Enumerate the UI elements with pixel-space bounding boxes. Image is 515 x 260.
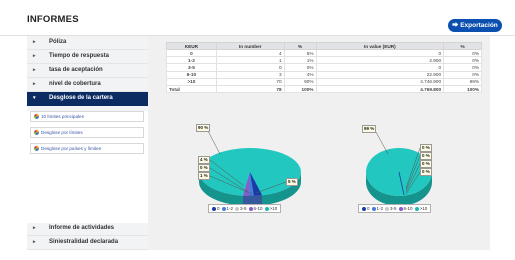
legend-dot [362, 206, 366, 211]
sub-item-label: Desglose por límites [41, 130, 83, 135]
chevron-right-icon: ▸ [33, 67, 36, 73]
legend-entry: 6-10 [398, 206, 413, 211]
sidebar-item-actividades[interactable]: ▸ Informe de actividades [27, 222, 148, 236]
sidebar-item-label: nivel de cobertura [49, 81, 101, 87]
legend-label: 3-5 [390, 206, 397, 211]
export-icon: ⮕ [452, 22, 459, 29]
sidebar-item-label: Siniestralidad declarada [49, 239, 119, 245]
legend-dot [235, 206, 240, 211]
report-content: KEUR In number % In value (EUR) % 0 4 5%… [148, 36, 490, 250]
pie-label: 5 % [286, 178, 298, 186]
legend-label: 3-5 [240, 206, 247, 211]
legend-entry: 0 [362, 206, 370, 211]
legend-entry: 1-2 [221, 206, 234, 211]
leader-line [207, 130, 221, 155]
legend-label: 6-10 [253, 206, 263, 211]
pie-label: 0 % [198, 164, 210, 172]
legend-dot [264, 206, 269, 211]
legend-dot [248, 206, 253, 211]
legend-dot [212, 206, 216, 211]
sidebar-item-label: Desglose de la cartera [49, 95, 113, 101]
header: INFORMES ⮕ Exportación [0, 0, 515, 36]
sidebar-item-label: tasa de aceptación [49, 67, 103, 73]
legend-dot [414, 206, 419, 211]
export-button[interactable]: ⮕ Exportación [448, 19, 502, 32]
sub-item-by-limits[interactable]: Desglose por límites [30, 127, 144, 138]
sub-item-label: Desglose por países y límites [41, 146, 101, 151]
chevron-right-icon: ▸ [33, 53, 36, 59]
chevron-right-icon: ▸ [33, 81, 36, 87]
pie-chart-icon [34, 146, 39, 151]
pie-label: 0 % [420, 152, 432, 160]
legend-entry: >10 [414, 206, 428, 211]
sub-menu-panel: 10 límites principales Desglose por lími… [27, 111, 148, 223]
sidebar-item-tiempo[interactable]: ▸ Tiempo de respuesta [27, 50, 148, 64]
sidebar-item-poliza[interactable]: ▸ Póliza [27, 36, 148, 50]
sidebar: ▸ Póliza ▸ Tiempo de respuesta ▸ tasa de… [27, 36, 148, 250]
pie-label: 90 % [196, 124, 211, 132]
export-label: Exportación [460, 22, 498, 29]
legend-label: 0 [367, 206, 370, 211]
sidebar-item-label: Tiempo de respuesta [49, 53, 109, 59]
chevron-right-icon: ▸ [33, 39, 36, 45]
pie-legend-right: 0 1-2 3-5 6-10 >10 [358, 204, 432, 213]
pie-chart-by-number [199, 130, 301, 206]
sidebar-item-siniestralidad[interactable]: ▸ Siniestralidad declarada [27, 236, 148, 250]
legend-label: >10 [419, 206, 428, 211]
legend-entry: >10 [264, 206, 278, 211]
legend-dot [371, 206, 376, 211]
legend-label: 0 [217, 206, 220, 211]
legend-entry: 6-10 [248, 206, 263, 211]
sidebar-item-tasa[interactable]: ▸ tasa de aceptación [27, 64, 148, 78]
legend-label: 6-10 [403, 206, 413, 211]
legend-label: 1-2 [376, 206, 384, 211]
pie-label: 0 % [420, 168, 432, 176]
pie-legend-left: 0 1-2 3-5 6-10 >10 [208, 204, 282, 213]
pie-label: 99 % [362, 125, 377, 133]
legend-entry: 1-2 [371, 206, 384, 211]
legend-entry: 3-5 [385, 206, 397, 211]
page-title: INFORMES [27, 14, 79, 25]
pie-label: 1 % [198, 172, 210, 180]
chevron-right-icon: ▸ [33, 225, 36, 231]
sidebar-item-label: Póliza [49, 39, 67, 45]
sub-item-label: 10 límites principales [41, 114, 84, 119]
pie-chart-icon [34, 130, 39, 135]
sub-item-by-country[interactable]: Desglose por países y límites [30, 143, 144, 154]
sidebar-item-desglose[interactable]: ▾ Desglose de la cartera [27, 92, 148, 106]
sidebar-item-label: Informe de actividades [49, 225, 115, 231]
pie-label: 4 % [198, 156, 210, 164]
sub-item-top-limits[interactable]: 10 límites principales [30, 111, 144, 122]
leader-line [375, 131, 389, 155]
pie-chart-icon [34, 114, 39, 119]
legend-entry: 3-5 [235, 206, 247, 211]
legend-dot [398, 206, 403, 211]
chevron-down-icon: ▾ [33, 95, 36, 101]
legend-dot [385, 206, 390, 211]
legend-entry: 0 [212, 206, 220, 211]
legend-label: 1-2 [226, 206, 234, 211]
pie-charts [199, 130, 432, 206]
legend-dot [221, 206, 226, 211]
chevron-right-icon: ▸ [33, 239, 36, 245]
pie-label: 0 % [420, 144, 432, 152]
pie-label: 0 % [420, 160, 432, 168]
sidebar-item-cobertura[interactable]: ▸ nivel de cobertura [27, 78, 148, 92]
legend-label: >10 [269, 206, 278, 211]
